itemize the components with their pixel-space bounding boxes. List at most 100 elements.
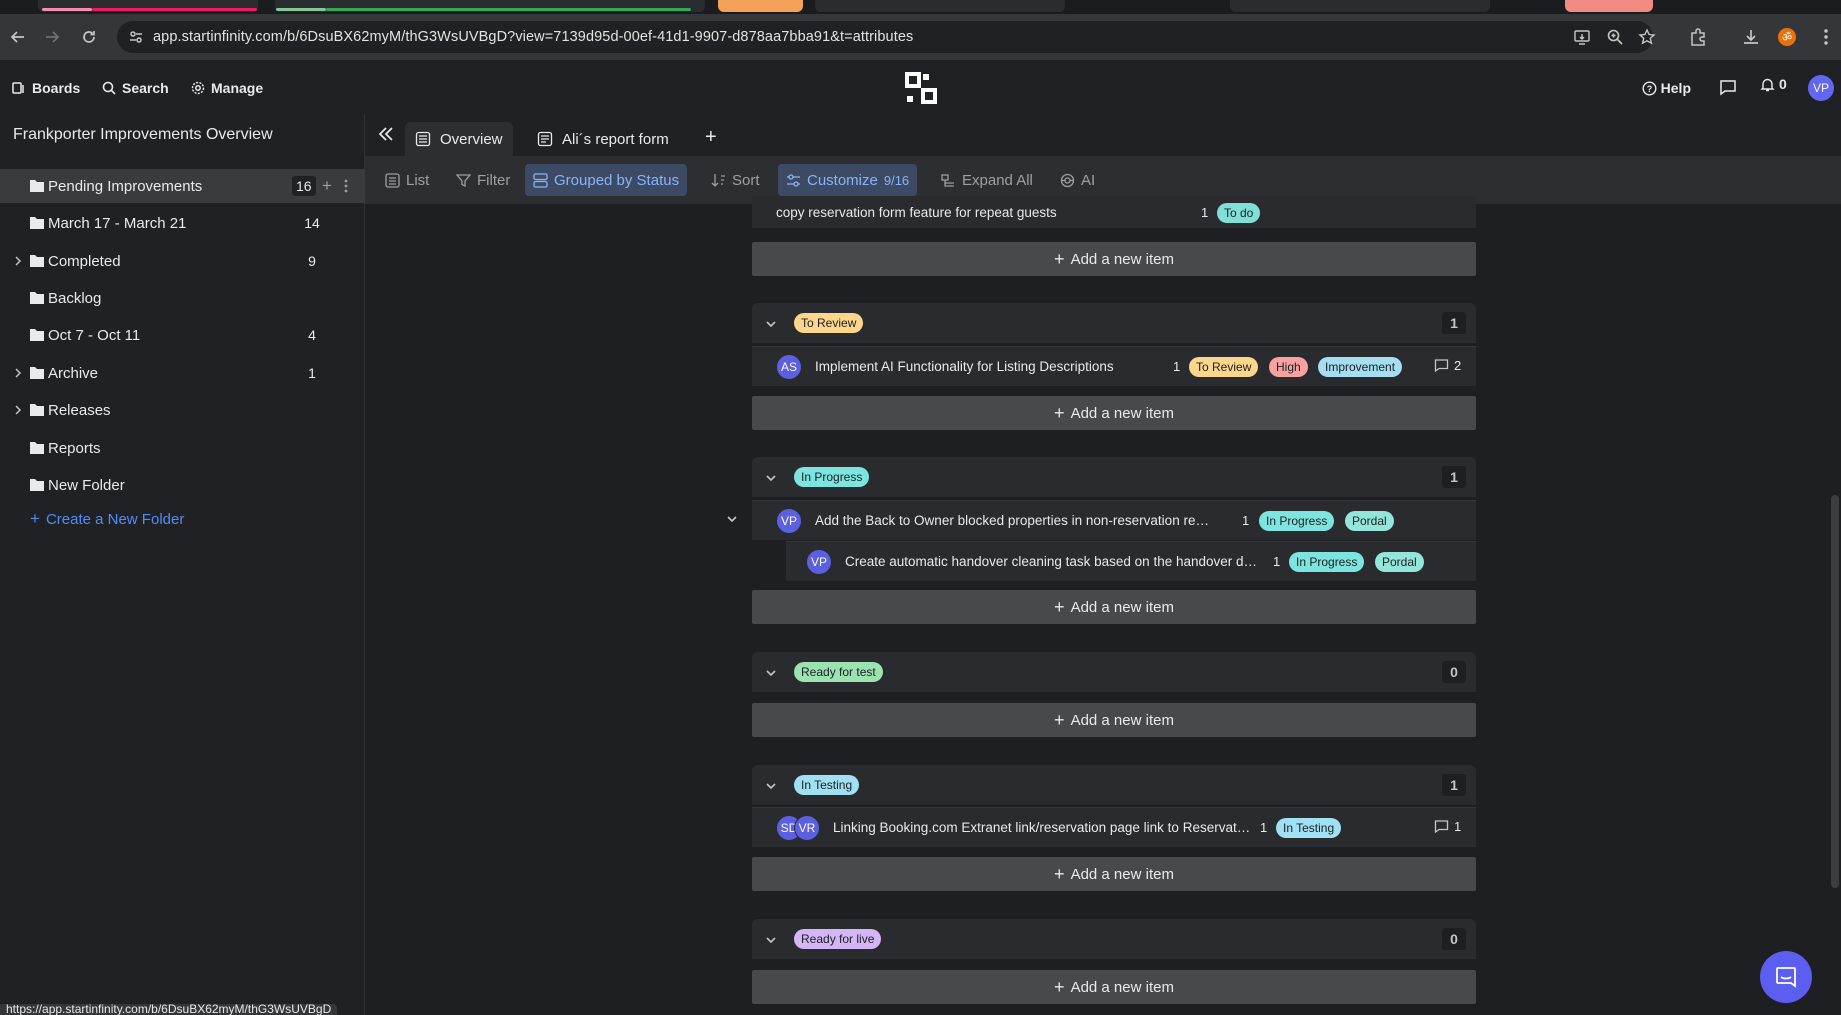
list-item[interactable]: AS Implement AI Functionality for Listin… — [752, 346, 1476, 386]
comments-count[interactable]: 1 — [1434, 819, 1461, 834]
back-icon[interactable] — [8, 27, 28, 47]
folder-march-17-march-21[interactable]: March 17 - March 21 14 — [0, 206, 365, 240]
list-button[interactable]: List — [377, 164, 437, 196]
create-folder-button[interactable]: + Create a New Folder — [30, 509, 184, 529]
item-title[interactable]: Linking Booking.com Extranet link/reserv… — [833, 820, 1253, 835]
zoom-icon[interactable] — [1606, 28, 1624, 46]
assignee-avatar[interactable]: VR — [794, 815, 820, 841]
url-text[interactable]: app.startinfinity.com/b/6DsuBX62myM/thG3… — [153, 29, 913, 45]
folder-completed[interactable]: Completed 9 — [0, 244, 365, 278]
group-header-ready-for-test[interactable]: Ready for test 0 — [752, 652, 1476, 692]
folder-backlog[interactable]: Backlog — [0, 281, 365, 315]
folder-reports[interactable]: Reports — [0, 431, 365, 465]
list-item[interactable]: SD VR Linking Booking.com Extranet link/… — [752, 807, 1476, 847]
add-item-button[interactable]: + Add a new item — [752, 703, 1476, 737]
chevron-down-icon[interactable] — [764, 317, 778, 331]
comments-count[interactable]: 2 — [1434, 358, 1461, 373]
folder-count: 14 — [304, 215, 320, 231]
download-icon[interactable] — [1741, 27, 1761, 47]
boards-button[interactable]: Boards — [12, 76, 80, 100]
project-tag[interactable]: Pordal — [1375, 552, 1424, 572]
extensions-icon[interactable] — [1688, 27, 1708, 47]
list-item-subtask[interactable]: VP Create automatic handover cleaning ta… — [786, 541, 1476, 581]
browser-tab[interactable] — [1565, 0, 1653, 12]
help-button[interactable]: ? Help — [1642, 76, 1691, 100]
profile-extension-icon[interactable]: ॐ — [1777, 27, 1797, 47]
customize-button[interactable]: Customize 9/16 — [778, 164, 918, 196]
chat-icon[interactable] — [1719, 78, 1737, 96]
create-folder-label: Create a New Folder — [45, 510, 185, 528]
folder-new-folder[interactable]: New Folder — [0, 468, 365, 502]
group-header-to-review[interactable]: To Review 1 — [752, 303, 1476, 343]
add-view-button[interactable]: + — [705, 126, 717, 149]
forward-icon[interactable] — [42, 27, 62, 47]
status-tag[interactable]: In Progress — [1289, 552, 1365, 572]
add-item-button[interactable]: + Add a new item — [752, 396, 1476, 430]
status-tag[interactable]: To do — [1217, 203, 1261, 223]
priority-tag[interactable]: High — [1269, 357, 1308, 377]
sort-button[interactable]: Sort — [703, 164, 768, 196]
group-header-in-progress[interactable]: In Progress 1 — [752, 457, 1476, 497]
search-button[interactable]: Search — [102, 76, 169, 100]
notifications-button[interactable]: 0 — [1760, 76, 1787, 92]
add-item-button[interactable]: + Add a new item — [752, 970, 1476, 1004]
folder-archive[interactable]: Archive 1 — [0, 356, 365, 390]
tab-label: Overview — [440, 130, 503, 148]
folder-oct-7-oct-11[interactable]: Oct 7 - Oct 11 4 — [0, 318, 365, 352]
list-item[interactable]: VP Add the Back to Owner blocked propert… — [752, 500, 1476, 540]
add-item-button[interactable]: + Add a new item — [752, 242, 1476, 276]
site-settings-icon[interactable] — [127, 28, 145, 46]
status-tag[interactable]: In Progress — [1259, 511, 1335, 531]
assignee-avatar[interactable]: AS — [776, 354, 802, 380]
expand-all-button[interactable]: Expand All — [933, 164, 1041, 196]
chevron-right-icon[interactable] — [12, 255, 24, 267]
item-title[interactable]: copy reservation form feature for repeat… — [776, 205, 1096, 220]
group-header-in-testing[interactable]: In Testing 1 — [752, 765, 1476, 805]
address-bar[interactable]: app.startinfinity.com/b/6DsuBX62myM/thG3… — [117, 21, 1656, 53]
collapse-sidebar-icon[interactable] — [376, 124, 396, 144]
chevron-down-icon[interactable] — [764, 779, 778, 793]
browser-tab-active[interactable] — [815, 0, 1065, 12]
item-title[interactable]: Add the Back to Owner blocked properties… — [815, 513, 1215, 528]
chevron-down-icon[interactable] — [764, 666, 778, 680]
type-tag[interactable]: Improvement — [1318, 357, 1403, 377]
chevron-down-icon[interactable] — [725, 512, 739, 526]
tab-alis-report-form[interactable]: Ali´s report form — [527, 122, 679, 156]
item-title[interactable]: Create automatic handover cleaning task … — [845, 554, 1258, 569]
ai-icon — [1060, 173, 1075, 187]
item-title[interactable]: Implement AI Functionality for Listing D… — [815, 359, 1135, 374]
add-icon[interactable]: + — [322, 176, 332, 196]
infinity-logo[interactable] — [905, 72, 937, 104]
assignee-avatar[interactable]: VP — [806, 549, 832, 575]
status-tag[interactable]: In Testing — [1276, 818, 1342, 838]
support-chat-button[interactable] — [1760, 951, 1812, 1003]
chevron-right-icon[interactable] — [12, 404, 24, 416]
add-item-button[interactable]: + Add a new item — [752, 590, 1476, 624]
group-header-ready-for-live[interactable]: Ready for live 0 — [752, 919, 1476, 959]
chevron-down-icon[interactable] — [764, 471, 778, 485]
filter-button[interactable]: Filter — [448, 164, 518, 196]
vertical-scrollbar[interactable] — [1831, 495, 1839, 888]
chevron-down-icon[interactable] — [764, 933, 778, 947]
folder-releases[interactable]: Releases — [0, 393, 365, 427]
more-vertical-icon[interactable] — [344, 179, 348, 193]
browser-tab[interactable] — [1230, 0, 1490, 12]
manage-button[interactable]: Manage — [191, 76, 263, 100]
install-app-icon[interactable] — [1573, 28, 1591, 46]
tab-overview[interactable]: Overview — [405, 122, 513, 156]
folder-pending-improvements[interactable]: Pending Improvements 16 + — [0, 169, 365, 203]
more-menu-icon[interactable] — [1816, 27, 1836, 47]
chevron-right-icon[interactable] — [12, 367, 24, 379]
status-tag[interactable]: To Review — [1189, 357, 1259, 377]
browser-tab[interactable] — [718, 0, 803, 12]
add-item-button[interactable]: + Add a new item — [752, 857, 1476, 891]
bookmark-star-icon[interactable] — [1638, 28, 1656, 46]
list-item[interactable]: copy reservation form feature for repeat… — [752, 196, 1476, 228]
user-avatar[interactable]: VP — [1808, 75, 1834, 101]
assignee-avatar[interactable]: VP — [776, 508, 802, 534]
group-by-button[interactable]: Grouped by Status — [525, 164, 688, 196]
ai-button[interactable]: AI — [1052, 164, 1103, 196]
tab-color-indicator — [42, 8, 92, 11]
project-tag[interactable]: Pordal — [1345, 511, 1394, 531]
reload-icon[interactable] — [79, 27, 99, 47]
